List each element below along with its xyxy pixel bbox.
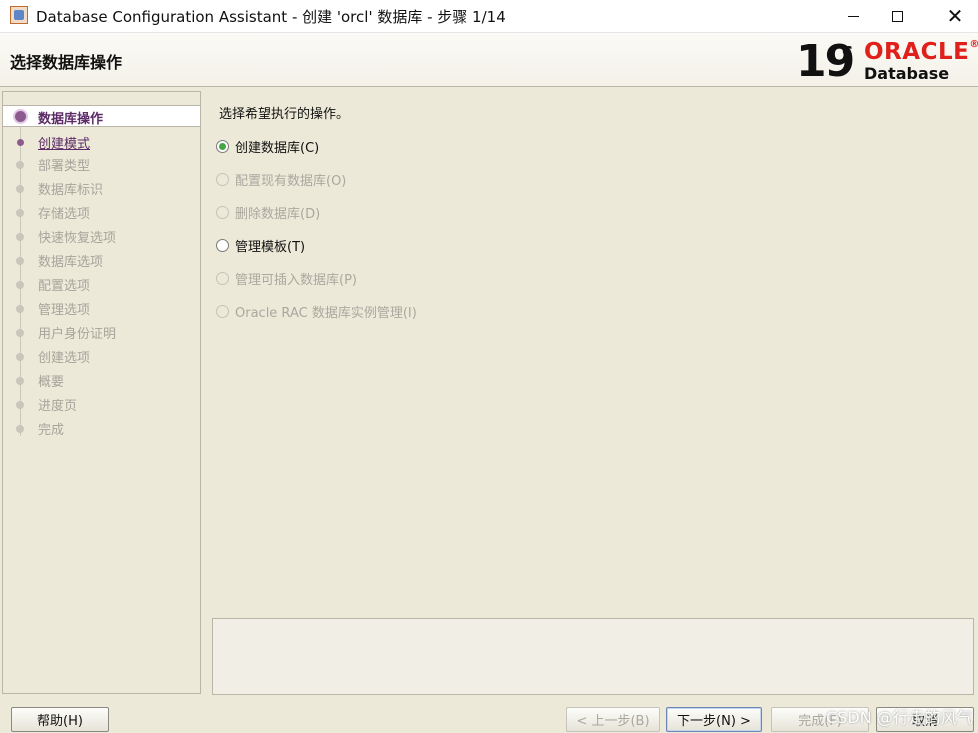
step-configuration-options: 配置选项	[3, 272, 200, 294]
radio-checked-icon[interactable]	[216, 139, 229, 153]
title-bar: Database Configuration Assistant - 创建 'o…	[0, 0, 978, 33]
radio-disabled-icon	[216, 271, 229, 285]
step-label: 数据库标识	[38, 183, 104, 198]
logo-brand-text: ORACLE	[864, 39, 970, 65]
step-pending-icon	[16, 185, 24, 193]
option-configure-existing-database: 配置现有数据库(O)	[216, 170, 347, 189]
window-title: Database Configuration Assistant - 创建 'o…	[36, 8, 506, 26]
step-current-icon	[15, 111, 26, 122]
minimize-button[interactable]	[830, 0, 876, 32]
help-button[interactable]: 帮助(H)	[11, 707, 109, 732]
option-label: Oracle RAC 数据库实例管理(I)	[235, 305, 417, 321]
step-label: 完成	[38, 423, 65, 438]
step-database-options: 数据库选项	[3, 248, 200, 270]
option-label: 配置现有数据库(O)	[235, 173, 347, 189]
step-summary: 概要	[3, 368, 200, 390]
step-deployment-type: 部署类型	[3, 152, 200, 174]
registered-mark: ®	[969, 39, 978, 50]
logo-product: Database	[864, 64, 950, 83]
step-pending-icon	[16, 353, 24, 361]
radio-disabled-icon	[216, 172, 229, 186]
radio-unchecked-icon[interactable]	[216, 238, 229, 252]
step-label: 概要	[38, 375, 65, 390]
maximize-button[interactable]	[874, 0, 920, 32]
step-pending-icon	[16, 281, 24, 289]
next-button[interactable]: 下一步(N) >	[666, 707, 762, 732]
step-creation-mode[interactable]: 创建模式	[3, 130, 200, 152]
step-pending-icon	[16, 329, 24, 337]
step-pending-icon	[16, 257, 24, 265]
step-progress-page: 进度页	[3, 392, 200, 414]
close-icon: ✕	[946, 4, 964, 28]
close-button[interactable]: ✕	[932, 0, 978, 32]
back-button: < 上一步(B)	[566, 707, 660, 732]
step-finish: 完成	[3, 416, 200, 438]
step-label: 存储选项	[38, 207, 91, 222]
step-user-credentials: 用户身份证明	[3, 320, 200, 342]
step-management-options: 管理选项	[3, 296, 200, 318]
option-rac-instance-management: Oracle RAC 数据库实例管理(I)	[216, 302, 417, 321]
option-label: 管理模板(T)	[235, 239, 306, 255]
step-label: 部署类型	[38, 159, 91, 174]
maximize-icon	[891, 10, 903, 22]
page-header: 选择数据库操作 19 c ORACLE® Database	[0, 33, 978, 87]
step-pending-icon	[16, 401, 24, 409]
step-pending-icon	[16, 377, 24, 385]
option-label: 创建数据库(C)	[235, 140, 320, 156]
option-delete-database: 删除数据库(D)	[216, 203, 321, 222]
step-creation-options: 创建选项	[3, 344, 200, 366]
step-label: 用户身份证明	[38, 327, 117, 342]
radio-disabled-icon	[216, 304, 229, 318]
step-visited-icon	[17, 139, 24, 146]
page-title: 选择数据库操作	[10, 53, 123, 72]
logo-brand: ORACLE®	[864, 39, 978, 65]
step-storage-options: 存储选项	[3, 200, 200, 222]
option-manage-templates[interactable]: 管理模板(T)	[216, 236, 306, 255]
option-label: 删除数据库(D)	[235, 206, 321, 222]
step-label: 数据库操作	[38, 112, 104, 127]
step-label: 管理选项	[38, 303, 91, 318]
content-area: 数据库操作 创建模式 部署类型 数据库标识 存储选项 快速恢复选项 数据库选项	[0, 87, 978, 733]
step-label: 进度页	[38, 399, 78, 414]
step-pending-icon	[16, 425, 24, 433]
steps-sidebar: 数据库操作 创建模式 部署类型 数据库标识 存储选项 快速恢复选项 数据库选项	[2, 91, 201, 694]
option-manage-pluggable-databases: 管理可插入数据库(P)	[216, 269, 357, 288]
logo-version-suffix: c	[842, 40, 853, 61]
step-pending-icon	[16, 161, 24, 169]
java-app-icon	[10, 6, 28, 24]
step-pending-icon	[16, 233, 24, 241]
option-create-database[interactable]: 创建数据库(C)	[216, 137, 320, 156]
csdn-watermark: CSDN @行走的风气	[826, 708, 973, 727]
step-database-operation[interactable]: 数据库操作	[3, 105, 200, 127]
message-panel	[212, 618, 974, 695]
minimize-icon	[847, 15, 859, 17]
radio-disabled-icon	[216, 205, 229, 219]
step-label: 创建模式	[38, 137, 91, 152]
step-pending-icon	[16, 209, 24, 217]
step-label: 数据库选项	[38, 255, 104, 270]
main-panel: 选择希望执行的操作。 创建数据库(C) 配置现有数据库(O) 删除数据库(D) …	[203, 87, 978, 695]
step-label: 快速恢复选项	[38, 231, 117, 246]
step-label: 配置选项	[38, 279, 91, 294]
option-label: 管理可插入数据库(P)	[235, 272, 357, 288]
step-fast-recovery: 快速恢复选项	[3, 224, 200, 246]
step-pending-icon	[16, 305, 24, 313]
operation-prompt: 选择希望执行的操作。	[219, 107, 350, 122]
step-label: 创建选项	[38, 351, 91, 366]
oracle-logo: 19 c ORACLE® Database	[794, 36, 978, 87]
step-database-identification: 数据库标识	[3, 176, 200, 198]
